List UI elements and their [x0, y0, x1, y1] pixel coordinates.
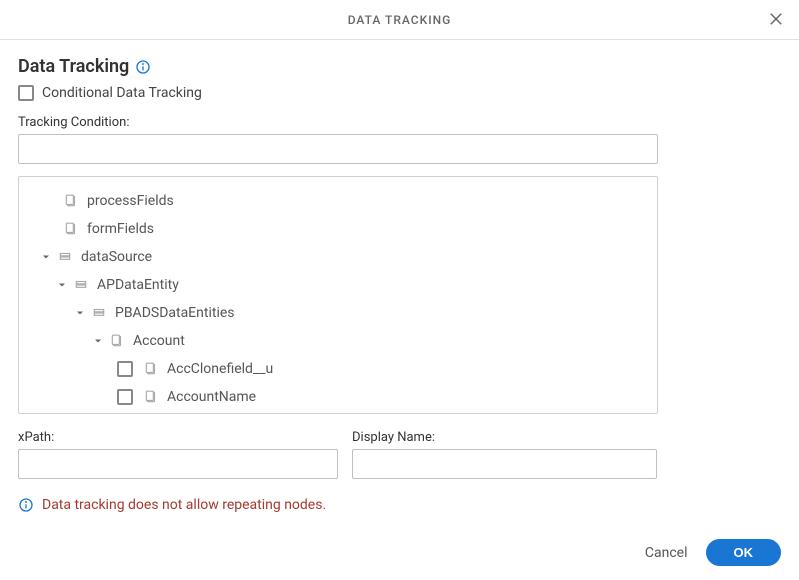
xpath-input[interactable]	[18, 449, 338, 479]
dialog-title: DATA TRACKING	[348, 13, 452, 27]
folder-icon	[91, 305, 107, 321]
xpath-column: xPath:	[18, 430, 338, 479]
tree-node-label: dataSource	[81, 249, 152, 265]
folder-icon	[73, 277, 89, 293]
dialog-header: DATA TRACKING	[0, 0, 799, 40]
section-title: Data Tracking	[18, 56, 129, 77]
tree-node-label: AccClonefield__u	[167, 361, 273, 377]
warning-text: Data tracking does not allow repeating n…	[42, 497, 326, 513]
cancel-button[interactable]: Cancel	[645, 545, 688, 561]
tree-node-datasource[interactable]: dataSource	[27, 243, 649, 271]
displayname-label: Display Name:	[352, 430, 657, 445]
folder-icon	[57, 249, 73, 265]
document-icon	[143, 389, 159, 405]
tree-node-label: Account	[133, 333, 185, 349]
dialog-footer: Cancel OK	[645, 539, 781, 566]
tracking-condition-input[interactable]	[18, 134, 658, 164]
tree-node-apdataentity[interactable]: APDataEntity	[27, 271, 649, 299]
chevron-down-icon[interactable]	[91, 334, 105, 348]
ok-button[interactable]: OK	[706, 539, 782, 566]
document-icon	[63, 221, 79, 237]
tree-node-label: processFields	[87, 193, 174, 209]
tree-node-label: formFields	[87, 221, 154, 237]
tree-checkbox[interactable]	[117, 389, 133, 405]
document-icon	[109, 333, 125, 349]
document-icon	[143, 361, 159, 377]
chevron-down-icon[interactable]	[73, 306, 87, 320]
tree-node-accclonefield[interactable]: AccClonefield__u	[27, 355, 649, 383]
tree-node-accountname[interactable]: AccountName	[27, 383, 649, 411]
conditional-checkbox-row: Conditional Data Tracking	[18, 85, 781, 101]
tree-node-label: AccountName	[167, 389, 256, 405]
warning-row: Data tracking does not allow repeating n…	[18, 497, 781, 513]
tree-panel: processFields formFields dataSource	[18, 176, 658, 414]
info-icon[interactable]	[135, 59, 151, 75]
info-icon	[18, 497, 34, 513]
tree-node-pbadsdataentities[interactable]: PBADSDataEntities	[27, 299, 649, 327]
dialog-body: Data Tracking Conditional Data Tracking …	[0, 40, 799, 513]
chevron-down-icon[interactable]	[39, 250, 53, 264]
section-title-row: Data Tracking	[18, 56, 781, 77]
displayname-column: Display Name:	[352, 430, 657, 479]
tree-node-label: APDataEntity	[97, 277, 179, 293]
tracking-condition-label: Tracking Condition:	[18, 115, 781, 130]
xpath-label: xPath:	[18, 430, 338, 445]
displayname-input[interactable]	[352, 449, 657, 479]
tree-checkbox[interactable]	[117, 361, 133, 377]
tree-node-processfields[interactable]: processFields	[27, 187, 649, 215]
tree-node-account[interactable]: Account	[27, 327, 649, 355]
bottom-fields: xPath: Display Name:	[18, 430, 658, 479]
chevron-down-icon[interactable]	[55, 278, 69, 292]
conditional-checkbox[interactable]	[18, 85, 34, 101]
tree-node-label: PBADSDataEntities	[115, 305, 235, 321]
tree-node-formfields[interactable]: formFields	[27, 215, 649, 243]
close-icon[interactable]	[767, 10, 787, 30]
conditional-checkbox-label: Conditional Data Tracking	[42, 85, 202, 101]
document-icon	[63, 193, 79, 209]
